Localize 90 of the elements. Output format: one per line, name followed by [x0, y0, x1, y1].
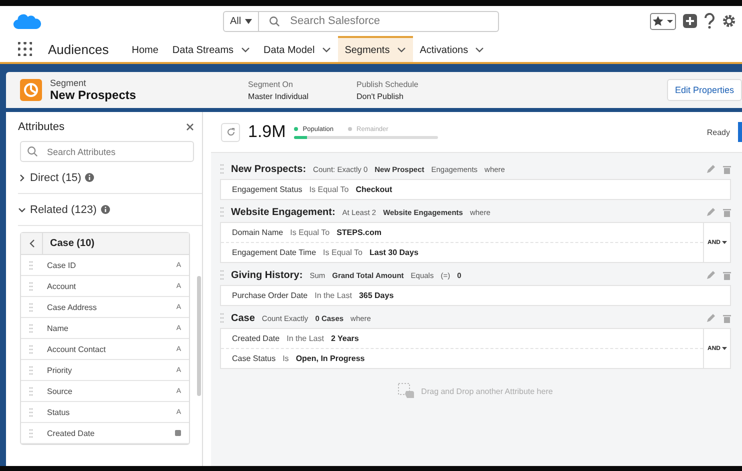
- condition-field: Case Status: [232, 354, 276, 363]
- info-icon: [85, 173, 94, 182]
- attribute-search-box[interactable]: Search Attributes: [20, 141, 194, 162]
- search-icon: [27, 146, 38, 157]
- chevron-down-icon: [240, 47, 250, 53]
- nav-tab[interactable]: Home: [124, 36, 166, 62]
- app-launcher-icon[interactable]: [18, 42, 32, 56]
- section-toggle[interactable]: Direct (15): [18, 162, 202, 194]
- search-scope-dropdown[interactable]: All: [223, 10, 260, 32]
- group-title: Giving History:: [231, 270, 303, 280]
- condition-operator: Is: [282, 354, 289, 363]
- condition-operator: Is Equal To: [290, 228, 330, 237]
- search-field[interactable]: Search Salesforce: [288, 14, 488, 28]
- condition-operator: In the Last: [314, 291, 352, 300]
- caret-down-icon: [722, 241, 726, 244]
- object-title: Case (10): [49, 238, 94, 249]
- add-icon[interactable]: [683, 14, 697, 28]
- segment-icon: [20, 79, 42, 101]
- group-title: Case: [231, 312, 255, 324]
- delete-icon[interactable]: [723, 208, 731, 216]
- search-icon: [269, 16, 280, 26]
- delete-icon[interactable]: [723, 164, 731, 174]
- chevron-down-icon: [18, 206, 26, 214]
- nav-tab[interactable]: Segments: [338, 36, 413, 62]
- attribute-name: Created Date: [47, 428, 96, 438]
- attribute-name: Source: [47, 386, 74, 396]
- search-bar[interactable]: Search Salesforce: [259, 10, 499, 32]
- chevron-down-icon: [322, 47, 331, 53]
- chevron-right-icon: [18, 174, 26, 182]
- condition-operator: Is Equal To: [309, 185, 349, 194]
- edit-icon[interactable]: [706, 164, 715, 174]
- field-label: Segment On: [248, 80, 294, 88]
- condition-field: Domain Name: [232, 228, 284, 237]
- condition-value: 365 Days: [358, 291, 394, 300]
- caret-down-icon: [245, 18, 252, 24]
- group-title: Website Engagement:: [231, 206, 336, 218]
- edit-icon[interactable]: [706, 314, 715, 322]
- drop-hint: Drag and Drop another Attribute here: [421, 387, 553, 396]
- caret-down-icon: [722, 347, 726, 350]
- panel-title: Attributes: [18, 121, 64, 133]
- delete-icon[interactable]: [723, 270, 731, 280]
- nav-tab[interactable]: Activations: [412, 36, 492, 62]
- drag-drop-icon: [398, 383, 416, 400]
- edit-icon[interactable]: [706, 270, 715, 280]
- settings-icon[interactable]: [722, 14, 736, 28]
- info-icon: [100, 205, 110, 214]
- attribute-name: Priority: [47, 366, 73, 374]
- status-text: Ready: [706, 128, 730, 136]
- section-toggle[interactable]: Related (123): [18, 194, 202, 226]
- close-icon[interactable]: [186, 123, 194, 131]
- attribute-name: Status: [47, 408, 71, 416]
- edit-properties-button[interactable]: Edit Properties: [666, 79, 742, 101]
- chevron-left-icon: [28, 239, 34, 248]
- condition-field: Purchase Order Date: [232, 291, 308, 300]
- attribute-name: Name: [47, 324, 70, 332]
- condition-value: STEPS.com: [336, 228, 382, 237]
- field-value: Master Individual: [248, 92, 309, 100]
- record-type-label: Segment: [50, 78, 88, 88]
- help-icon[interactable]: [704, 13, 715, 29]
- nav-tab[interactable]: Data Streams: [165, 36, 257, 62]
- refresh-button[interactable]: [221, 122, 240, 142]
- group-title: New Prospects:: [231, 164, 306, 174]
- attribute-search-field[interactable]: Search Attributes: [45, 146, 187, 158]
- condition-value: 2 Years: [330, 334, 359, 343]
- attribute-name: Case ID: [47, 260, 77, 270]
- refresh-icon: [226, 127, 236, 137]
- condition-operator: Is Equal To: [323, 248, 362, 257]
- condition-value: Open, In Progress: [296, 354, 365, 363]
- field-value: Don't Publish: [356, 92, 404, 100]
- attribute-name: Account Contact: [47, 344, 107, 354]
- population-count: 1.9M: [248, 122, 286, 142]
- chevron-down-icon: [475, 47, 484, 53]
- condition-value: Last 30 Days: [369, 248, 418, 257]
- condition-field: Engagement Status: [232, 185, 302, 194]
- field-label: Publish Schedule: [356, 80, 418, 88]
- app-name: Audiences: [48, 42, 109, 56]
- condition-operator: In the Last: [286, 334, 324, 343]
- condition-field: Created Date: [232, 334, 280, 343]
- nav-tab[interactable]: Data Model: [256, 36, 338, 62]
- attribute-name: Account: [47, 282, 77, 290]
- edit-icon[interactable]: [706, 208, 715, 216]
- attribute-name: Case Address: [47, 302, 98, 312]
- attribute-item[interactable]: Created Date: [21, 423, 189, 444]
- record-name: New Prospects: [50, 88, 136, 102]
- condition-value: Checkout: [356, 185, 392, 194]
- scrollbar[interactable]: [197, 276, 201, 396]
- cloud-logo-icon: [13, 12, 41, 30]
- chevron-down-icon: [396, 47, 406, 53]
- condition-field: Engagement Date Time: [232, 248, 316, 257]
- delete-icon[interactable]: [723, 314, 731, 322]
